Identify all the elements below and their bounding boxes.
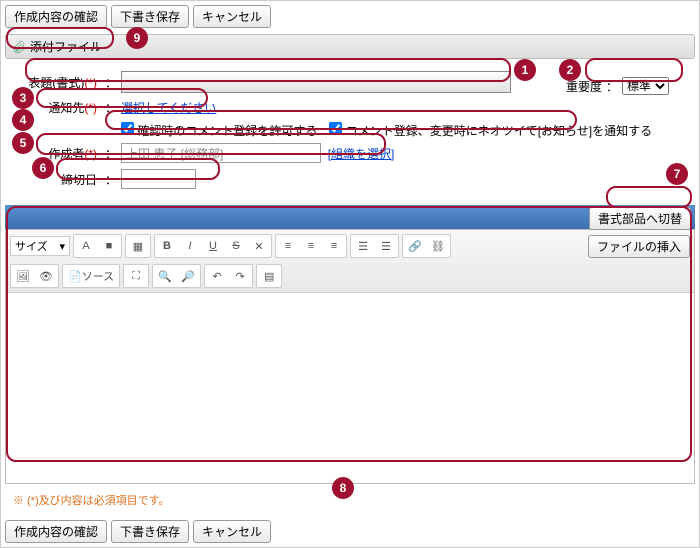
draft-button-bottom[interactable]: 下書き保存 bbox=[111, 520, 189, 543]
redo-icon[interactable]: ↷ bbox=[229, 266, 251, 286]
clear-format-icon[interactable]: ✕ bbox=[248, 236, 270, 256]
attach-label: 添付ファイル bbox=[30, 38, 102, 55]
notify-label: 通知先(*) bbox=[11, 99, 101, 116]
align-left-icon[interactable]: ≡ bbox=[277, 236, 299, 256]
checkbox-allow-comment[interactable]: 確認時のコメント登録を許可する bbox=[121, 122, 317, 139]
priority-select[interactable]: 標準 bbox=[622, 77, 669, 95]
cancel-button[interactable]: キャンセル bbox=[193, 5, 271, 28]
table-icon[interactable]: ▦ bbox=[127, 236, 149, 256]
colon: ： bbox=[105, 74, 117, 91]
priority-label: 重要度 bbox=[566, 78, 602, 95]
switch-format-button[interactable]: 書式部品へ切替 bbox=[589, 207, 691, 230]
attach-bar[interactable]: 添付ファイル bbox=[5, 34, 695, 59]
editor-toolbar: サイズ▾ A■ ▦ B I U S ✕ ≡ ≡ ≡ ☰ ☰ 🔗 ⛓ ファイルの挿… bbox=[6, 230, 694, 293]
rich-editor: サイズ▾ A■ ▦ B I U S ✕ ≡ ≡ ≡ ☰ ☰ 🔗 ⛓ ファイルの挿… bbox=[5, 229, 695, 484]
selectall-icon[interactable]: ▤ bbox=[258, 266, 280, 286]
undo-icon[interactable]: ↶ bbox=[206, 266, 228, 286]
find-icon[interactable]: 🔍 bbox=[154, 266, 176, 286]
text-color-icon[interactable]: A bbox=[75, 236, 97, 256]
italic-icon[interactable]: I bbox=[179, 236, 201, 256]
editor-body[interactable] bbox=[6, 293, 694, 483]
notify-link[interactable]: 選択してください bbox=[121, 99, 216, 116]
maximize-icon[interactable]: ⛶ bbox=[125, 266, 147, 286]
list-ol-icon[interactable]: ☰ bbox=[352, 236, 374, 256]
deadline-input[interactable] bbox=[121, 169, 196, 189]
required-note: ※ (*)及び内容は必須項目です。 bbox=[1, 484, 699, 516]
list-ul-icon[interactable]: ☰ bbox=[375, 236, 397, 256]
editor-header-bar: 書式部品へ切替 bbox=[5, 205, 695, 229]
paperclip-icon bbox=[12, 40, 26, 54]
file-insert-button[interactable]: ファイルの挿入 bbox=[588, 235, 690, 258]
underline-icon[interactable]: U bbox=[202, 236, 224, 256]
bg-color-icon[interactable]: ■ bbox=[98, 236, 120, 256]
confirm-button[interactable]: 作成内容の確認 bbox=[5, 5, 107, 28]
title-select[interactable] bbox=[121, 71, 511, 93]
confirm-button-bottom[interactable]: 作成内容の確認 bbox=[5, 520, 107, 543]
replace-icon[interactable]: 🔎 bbox=[177, 266, 199, 286]
font-size-select[interactable]: サイズ▾ bbox=[10, 236, 70, 256]
align-right-icon[interactable]: ≡ bbox=[323, 236, 345, 256]
checkbox-notify-neotwi[interactable]: コメント登録、変更時にネオツイで[お知らせ]を通知する bbox=[329, 122, 652, 139]
select-org-link[interactable]: [組織を選択] bbox=[328, 145, 395, 162]
preview-icon[interactable]: 👁 bbox=[35, 266, 57, 286]
align-center-icon[interactable]: ≡ bbox=[300, 236, 322, 256]
title-label: 表題(書式)(*) bbox=[11, 74, 101, 91]
link-icon[interactable]: 🔗 bbox=[404, 236, 426, 256]
cancel-button-bottom[interactable]: キャンセル bbox=[193, 520, 271, 543]
source-button[interactable]: 📄ソース bbox=[64, 266, 118, 286]
deadline-label: 締切日 bbox=[11, 171, 101, 188]
unlink-icon[interactable]: ⛓ bbox=[427, 236, 449, 256]
author-label: 作成者(*) bbox=[11, 145, 101, 162]
bold-icon[interactable]: B bbox=[156, 236, 178, 256]
draft-button[interactable]: 下書き保存 bbox=[111, 5, 189, 28]
author-input[interactable] bbox=[121, 143, 321, 163]
image-icon[interactable]: 🖼 bbox=[12, 266, 34, 286]
strike-icon[interactable]: S bbox=[225, 236, 247, 256]
